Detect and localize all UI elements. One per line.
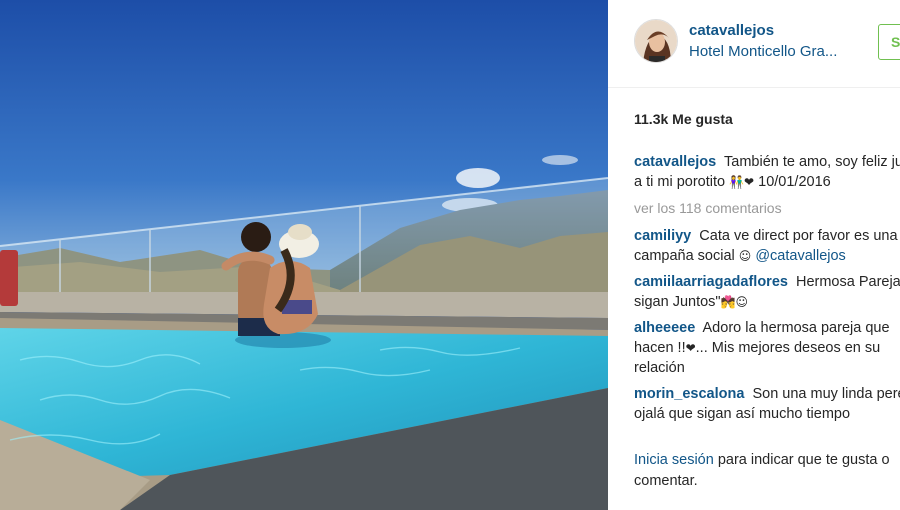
comment-item: camiilaarriagadaflores Hermosa Pareja❤❤s… [634,272,900,312]
caption-username[interactable]: catavallejos [634,154,716,170]
post-header: catavallejos Hotel Monticello Gra... Seg… [608,0,900,88]
view-all-label: ver los 118 comentarios [634,200,782,216]
view-all-comments-link[interactable]: ver los 118 comentarios [634,198,900,218]
comment-username[interactable]: camiilaarriagadaflores [634,274,788,290]
login-prompt: Inicia sesión para indicar que te gusta … [634,450,900,492]
follow-button[interactable]: Seguir [878,24,900,60]
comment-text: Hermosa Pareja [795,274,900,290]
comment-item: alheeeee Adoro la hermosa pareja que hac… [634,318,900,378]
post-photo[interactable] [0,0,608,510]
post-location[interactable]: Hotel Monticello Gra... [689,43,837,60]
login-link[interactable]: Inicia sesión [634,452,714,468]
post-side-panel: catavallejos Hotel Monticello Gra... Seg… [608,0,900,510]
comment-username[interactable]: camiliyy [634,228,691,244]
comment-item: camiliyy Cata ve direct por favor es una… [634,226,900,266]
smile-emoji-icon: ☺ [738,249,752,263]
avatar[interactable] [634,19,678,63]
comment-mention[interactable]: @catavallejos [755,248,845,264]
pool-photo-image [0,0,608,510]
post-username[interactable]: catavallejos [689,22,774,39]
couple-heart-emoji-icon: 👫❤ [729,175,755,189]
likes-count[interactable]: 11.3k Me gusta [634,111,733,127]
caption-date: 10/01/2016 [758,174,831,190]
comments-list: catavallejos También te amo, soy feliz j… [634,152,900,430]
comment-username[interactable]: morin_escalona [634,386,744,402]
kiss-smile-emoji-icon: 💏☺ [720,295,749,309]
heart-emoji-icon: ❤ [685,341,696,355]
comment-text: sigan Juntos" [634,294,721,310]
comment-item: morin_escalona Son una muy linda pereja … [634,384,900,424]
comment-username[interactable]: alheeeee [634,320,695,336]
caption: catavallejos También te amo, soy feliz j… [634,152,900,192]
